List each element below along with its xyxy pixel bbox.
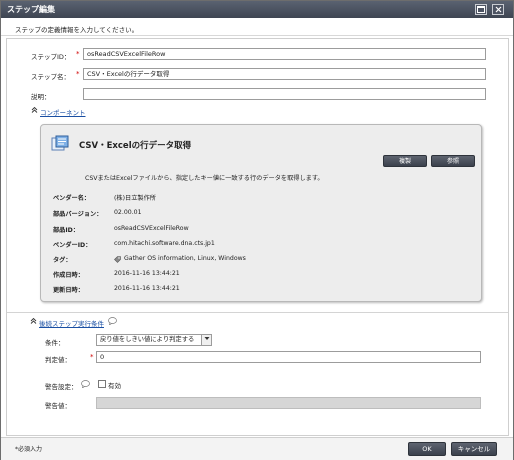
tags-value: Gather OS information, Linux, Windows — [124, 255, 246, 262]
dialog-title: ステップ編集 — [7, 5, 55, 14]
chevron-up-icon — [30, 317, 36, 324]
component-id-label: 部品ID： — [53, 227, 80, 234]
step-id-input[interactable]: osReadCSVExcelFileRow — [83, 48, 486, 60]
condition-select-value: 戻り値をしきい値により判定する — [100, 336, 195, 343]
chevron-up-icon — [31, 106, 37, 113]
vendor-name-label: ベンダー名： — [53, 195, 91, 202]
dialog-footer: *必須入力 OK キャンセル — [1, 437, 513, 460]
close-button[interactable] — [492, 4, 504, 15]
help-bubble-icon[interactable] — [81, 380, 90, 388]
component-version-value: 02.00.01 — [114, 209, 142, 216]
vendor-id-value: com.hitachi.software.dna.cts.jp1 — [114, 240, 215, 247]
required-mark: * — [76, 70, 80, 78]
maximize-button[interactable] — [475, 4, 487, 15]
ok-button[interactable]: OK — [408, 442, 446, 456]
step-name-input[interactable]: CSV・Excelの行データ取得 — [83, 68, 486, 80]
warning-enable-label: 有効 — [108, 382, 121, 390]
description-input[interactable] — [83, 88, 486, 100]
judge-value-input[interactable]: 0 — [96, 351, 481, 363]
component-version-label: 部品バージョン： — [53, 211, 103, 218]
tags-label: タグ： — [53, 257, 72, 264]
chevron-down-icon — [204, 337, 209, 340]
required-mark: * — [76, 50, 80, 58]
title-bar: ステップ編集 — [1, 1, 513, 18]
condition-label: 条件： — [45, 339, 65, 347]
required-note: *必須入力 — [15, 446, 43, 453]
updated-at-label: 更新日時： — [53, 287, 84, 294]
created-at-label: 作成日時： — [53, 272, 84, 279]
tag-icon — [114, 256, 121, 263]
warning-enable-checkbox[interactable] — [98, 380, 106, 388]
condition-section-link[interactable]: 後続ステップ実行条件 — [39, 318, 104, 328]
component-description: CSVまたはExcelファイルから、指定したキー値に一致する行のデータを取得しま… — [85, 175, 324, 182]
component-section-link[interactable]: コンポーネント — [40, 107, 86, 117]
condition-select[interactable]: 戻り値をしきい値により判定する — [96, 334, 212, 346]
help-bubble-icon[interactable] — [108, 317, 117, 325]
dropdown-arrow[interactable] — [201, 335, 211, 345]
cancel-button[interactable]: キャンセル — [451, 442, 497, 456]
created-at-value: 2016-11-16 13:44:21 — [114, 270, 180, 277]
step-id-label: ステップID： — [31, 53, 71, 61]
collapse-condition-icon[interactable] — [29, 317, 37, 325]
step-name-label: ステップ名： — [31, 73, 70, 81]
collapse-component-icon[interactable] — [30, 106, 38, 114]
updated-at-value: 2016-11-16 13:44:21 — [114, 285, 180, 292]
component-id-value: osReadCSVExcelFileRow — [114, 225, 189, 232]
warning-value-input — [96, 397, 481, 409]
warning-setting-label: 警告設定： — [45, 383, 78, 391]
step-edit-dialog: ステップ編集 ステップの定義情報を入力してください。 ステップID： * osR… — [0, 0, 514, 460]
vendor-name-value: (株)日立製作所 — [114, 195, 156, 202]
maximize-icon — [477, 6, 485, 13]
description-label: 説明： — [31, 93, 51, 101]
subtitle-text: ステップの定義情報を入力してください。 — [15, 26, 139, 34]
required-mark: * — [90, 353, 94, 361]
vendor-id-label: ベンダーID： — [53, 242, 92, 249]
close-icon — [495, 6, 501, 13]
copy-button[interactable]: 複製 — [383, 155, 427, 167]
warning-value-label: 警告値： — [45, 402, 71, 410]
browse-button[interactable]: 参照 — [431, 155, 475, 167]
component-panel: CSV・Excelの行データ取得 複製 参照 CSVまたはExcelファイルから… — [40, 124, 482, 302]
dialog-subtitle: ステップの定義情報を入力してください。 — [1, 18, 513, 36]
section-divider — [7, 312, 508, 313]
judge-value-label: 判定値： — [45, 356, 71, 364]
component-title: CSV・Excelの行データ取得 — [79, 141, 192, 151]
component-icon — [51, 135, 69, 151]
